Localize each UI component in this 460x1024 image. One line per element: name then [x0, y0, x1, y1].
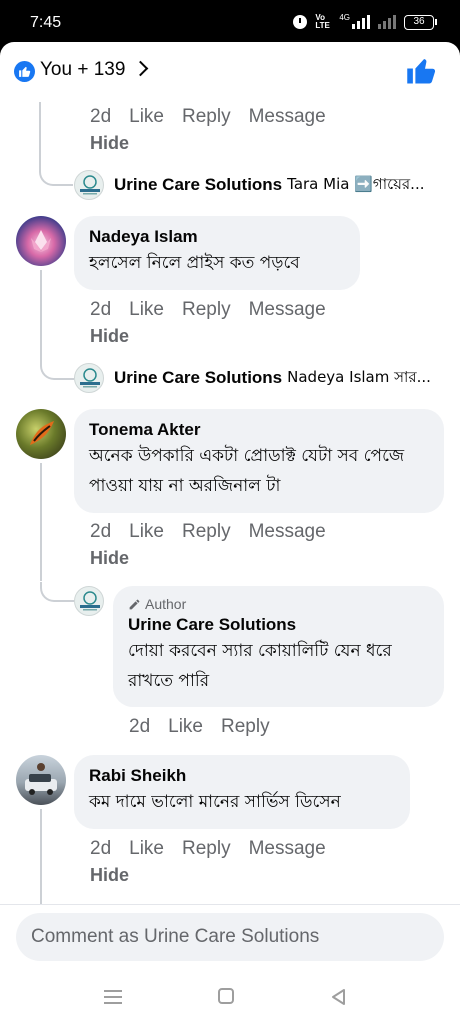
like-link[interactable]: Like — [168, 716, 203, 738]
message-link[interactable]: Message — [249, 838, 326, 860]
like-link[interactable]: Like — [129, 106, 164, 128]
comment-time: 2d — [90, 838, 112, 859]
thread-line — [40, 463, 42, 581]
alarm-icon — [293, 15, 308, 29]
message-link[interactable]: Message — [249, 106, 326, 128]
comment-actions: 2d Like Reply Message — [90, 521, 326, 543]
thread-curve — [40, 360, 74, 380]
reply-preview-text: Nadeya Islam সার... — [287, 367, 431, 386]
comment-time: 2d — [90, 521, 112, 542]
commenter-name[interactable]: Tonema Akter — [89, 419, 429, 441]
like-link[interactable]: Like — [129, 838, 164, 860]
comment-actions: 2d Like Reply Message — [90, 299, 326, 321]
back-icon[interactable] — [330, 988, 346, 1006]
comment-time: 2d — [90, 299, 112, 320]
author-tag: Author — [128, 596, 429, 612]
chevron-right-icon — [132, 60, 149, 77]
comment-composer — [0, 904, 460, 968]
comment-bubble: Rabi Sheikh কম দামে ভালো মানের সার্ভিস ড… — [74, 755, 410, 829]
home-icon[interactable] — [218, 988, 234, 1004]
like-reaction-icon — [14, 61, 35, 82]
hide-link[interactable]: Hide — [90, 548, 129, 569]
reply-text: দোয়া করবেন স্যার কোয়ালিটি যেন ধরে রাখত… — [128, 641, 392, 691]
page-avatar[interactable] — [74, 363, 104, 393]
thread-line — [40, 809, 42, 904]
status-icons: Vo LTE 4G 36 — [293, 12, 437, 30]
reply-link[interactable]: Reply — [221, 716, 270, 738]
reply-preview-row[interactable]: Urine Care Solutions Nadeya Islam সার... — [114, 363, 452, 393]
reply-link[interactable]: Reply — [182, 106, 231, 128]
battery-icon: 36 — [404, 14, 437, 30]
recent-apps-icon[interactable] — [104, 990, 122, 1008]
reactions-count: You + 139 — [40, 59, 126, 80]
reply-link[interactable]: Reply — [182, 521, 231, 543]
comment-time: 2d — [90, 106, 112, 127]
reply-preview-text: Tara Mia ➡️গায়ের... — [287, 174, 425, 193]
comment-actions: 2d Like Reply Message — [90, 106, 326, 128]
message-link[interactable]: Message — [249, 521, 326, 543]
reply-author[interactable]: Urine Care Solutions — [114, 175, 282, 195]
like-button-icon[interactable] — [406, 56, 436, 86]
thread-line — [40, 270, 42, 360]
commenter-name[interactable]: Rabi Sheikh — [89, 765, 395, 787]
page-avatar[interactable] — [74, 586, 104, 616]
hide-link[interactable]: Hide — [90, 133, 129, 154]
comment-input[interactable] — [16, 913, 444, 961]
commenter-avatar[interactable] — [16, 216, 66, 266]
reply-author-name[interactable]: Urine Care Solutions — [128, 614, 429, 636]
reactions-header[interactable]: You + 139 — [0, 42, 460, 102]
author-reply-bubble: Author Urine Care Solutions দোয়া করবেন … — [113, 586, 444, 707]
reply-author[interactable]: Urine Care Solutions — [114, 368, 282, 388]
thread-line — [39, 102, 41, 172]
thread-curve — [40, 582, 74, 602]
signal-2-icon — [378, 15, 396, 29]
system-nav-bar — [0, 968, 460, 1024]
message-link[interactable]: Message — [249, 299, 326, 321]
like-link[interactable]: Like — [129, 299, 164, 321]
signal-icon — [352, 15, 370, 29]
author-label: Author — [145, 596, 187, 612]
reply-time: 2d — [129, 716, 151, 737]
comment-bubble: Tonema Akter অনেক উপকারি একটা প্রোডাক্ট … — [74, 409, 444, 513]
comment-text: কম দামে ভালো মানের সার্ভিস ডিসেন — [89, 792, 341, 812]
comment-text: অনেক উপকারি একটা প্রোডাক্ট যেটা সব পেজে … — [89, 446, 405, 496]
page-avatar[interactable] — [74, 170, 104, 200]
volte-icon: Vo LTE — [315, 13, 330, 30]
reply-link[interactable]: Reply — [182, 299, 231, 321]
comment-bubble: Nadeya Islam হলসেল নিলে প্রাইস কত পড়বে — [74, 216, 360, 290]
commenter-name[interactable]: Nadeya Islam — [89, 226, 345, 248]
comment-actions: 2d Like Reply Message — [90, 838, 326, 860]
status-time: 7:45 — [30, 14, 62, 31]
like-link[interactable]: Like — [129, 521, 164, 543]
commenter-avatar[interactable] — [16, 755, 66, 805]
reply-link[interactable]: Reply — [182, 838, 231, 860]
reply-actions: 2d Like Reply — [129, 716, 270, 738]
reply-preview-row[interactable]: Urine Care Solutions Tara Mia ➡️গায়ের..… — [114, 170, 452, 200]
thread-curve — [39, 166, 73, 186]
status-bar: 7:45 Vo LTE 4G 36 — [0, 0, 460, 42]
comments-sheet: You + 139 2d Like Reply Message Hide Uri… — [0, 42, 460, 968]
hide-link[interactable]: Hide — [90, 326, 129, 347]
network-type: 4G — [339, 12, 350, 22]
commenter-avatar[interactable] — [16, 409, 66, 459]
hide-link[interactable]: Hide — [90, 865, 129, 886]
pencil-icon — [129, 599, 140, 609]
comment-text: হলসেল নিলে প্রাইস কত পড়বে — [89, 253, 300, 273]
